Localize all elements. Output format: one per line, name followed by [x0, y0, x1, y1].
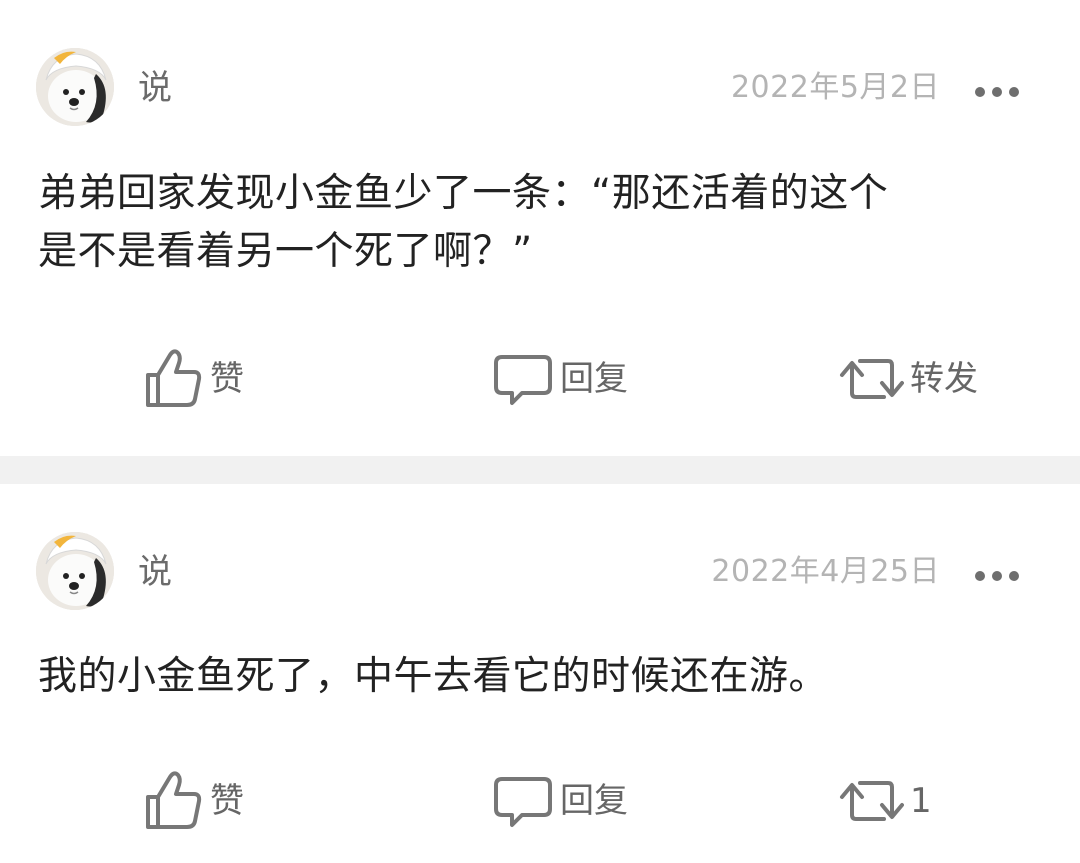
post-content: 弟弟回家发现小金鱼少了一条：“那还活着的这个 是不是看着另一个死了啊？”: [38, 171, 889, 274]
avatar[interactable]: [36, 532, 114, 610]
avatar[interactable]: [36, 48, 114, 126]
white-dog-avatar-icon: [36, 48, 114, 126]
post-header: 说 2022年5月2日: [0, 48, 1080, 128]
more-dots-icon: [975, 87, 985, 97]
reply-button[interactable]: 回复: [492, 344, 628, 414]
repost-arrows-icon: [840, 359, 904, 399]
thumbs-up-icon: [146, 771, 202, 829]
share-label: 转发: [910, 359, 978, 399]
more-dot: [1009, 571, 1019, 581]
more-dot: [992, 571, 1002, 581]
share-button[interactable]: 1: [834, 766, 932, 836]
post-divider: [0, 456, 1080, 484]
post-content: 我的小金鱼死了，中午去看它的时候还在游。: [38, 654, 829, 699]
post-actions: 赞 回复 转发: [0, 344, 1080, 414]
like-button[interactable]: 赞: [142, 766, 244, 836]
more-button[interactable]: [972, 562, 1022, 592]
white-dog-avatar-icon: [36, 532, 114, 610]
post-feed: 说 2022年5月2日 弟弟回家发现小金鱼少了一条：“那还活着的这个 是不是看着…: [0, 0, 1080, 863]
username[interactable]: 说: [138, 68, 172, 108]
reply-label: 回复: [560, 359, 628, 399]
more-dot: [1009, 87, 1019, 97]
more-dots-icon: [975, 571, 985, 581]
like-label: 赞: [210, 781, 244, 821]
post-card: 说 2022年5月2日 弟弟回家发现小金鱼少了一条：“那还活着的这个 是不是看着…: [0, 0, 1080, 456]
post-actions: 赞 回复 1: [0, 766, 1080, 836]
share-count: 1: [910, 781, 932, 821]
like-label: 赞: [210, 359, 244, 399]
comment-bubble-icon: [494, 355, 552, 405]
post-card: 说 2022年4月25日 我的小金鱼死了，中午去看它的时候还在游。 赞 回复 1: [0, 484, 1080, 863]
reply-label: 回复: [560, 781, 628, 821]
post-date: 2022年5月2日: [730, 70, 940, 105]
comment-bubble-icon: [494, 777, 552, 827]
post-date: 2022年4月25日: [711, 554, 940, 589]
username[interactable]: 说: [138, 552, 172, 592]
post-header: 说 2022年4月25日: [0, 532, 1080, 612]
reply-button[interactable]: 回复: [492, 766, 628, 836]
repost-arrows-icon: [840, 781, 904, 821]
more-dot: [992, 87, 1002, 97]
thumbs-up-icon: [146, 349, 202, 407]
like-button[interactable]: 赞: [142, 344, 244, 414]
share-button[interactable]: 转发: [834, 344, 978, 414]
more-button[interactable]: [972, 78, 1022, 108]
